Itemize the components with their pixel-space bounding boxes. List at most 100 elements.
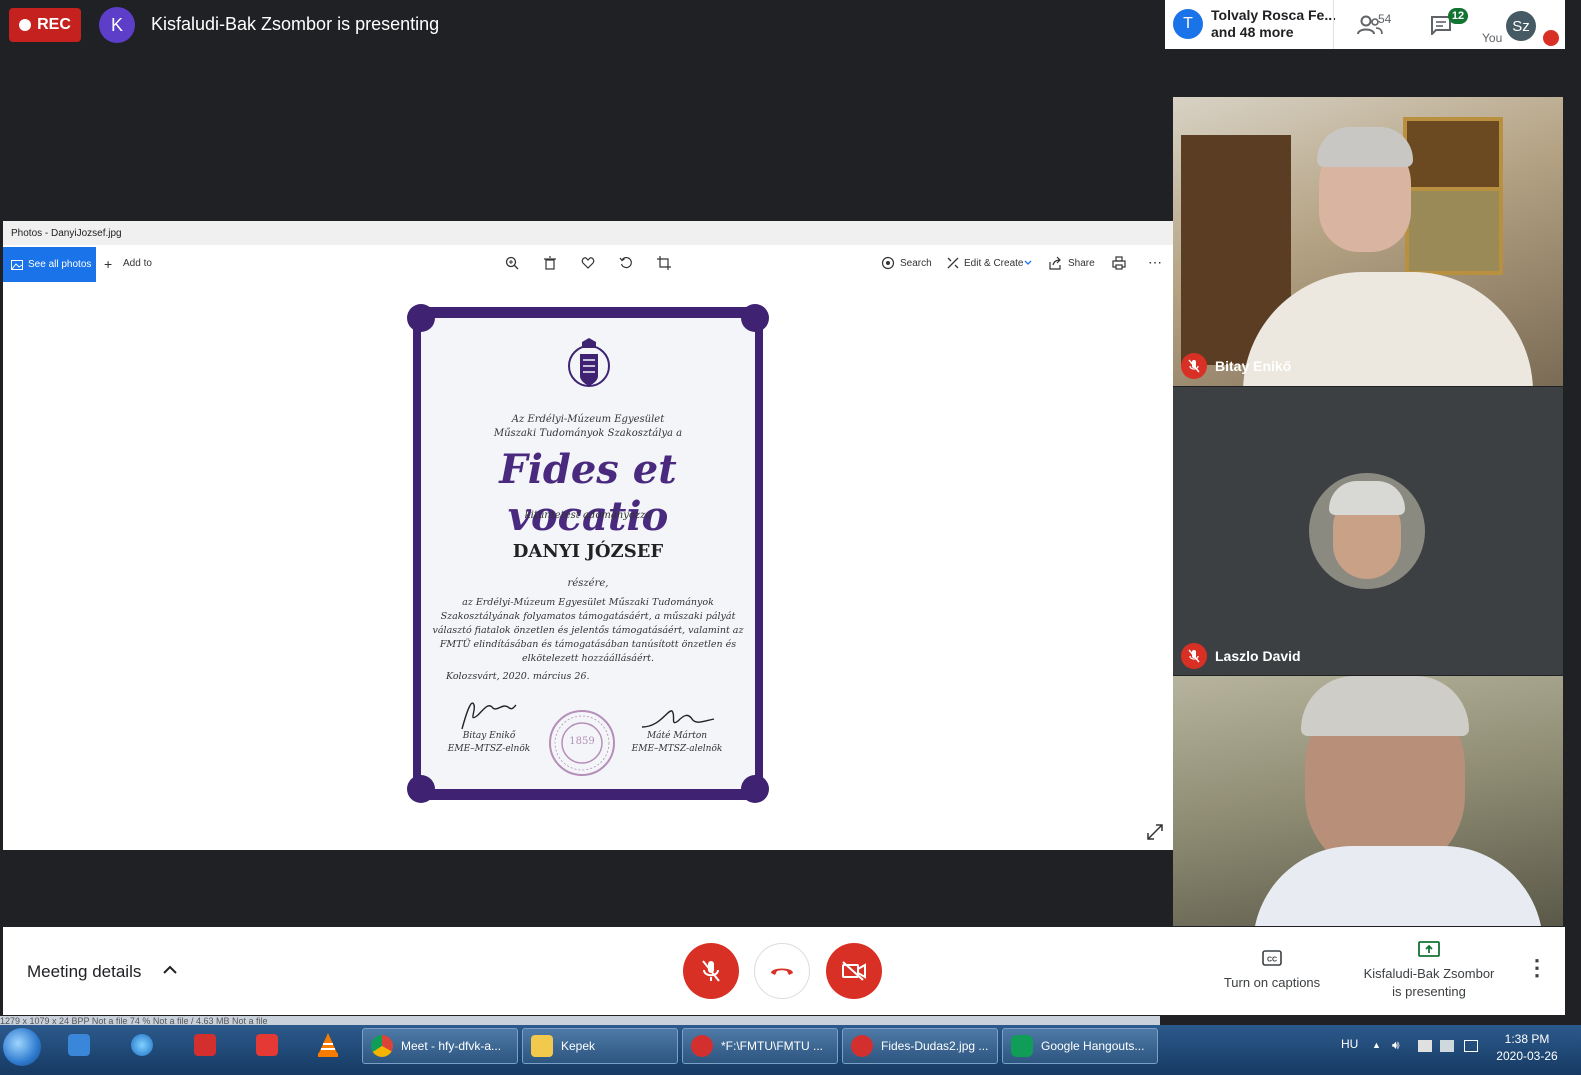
turn-on-captions-button[interactable]: Turn on captions [1212, 974, 1332, 992]
signatory-1-title: EME–MTSZ-elnök [447, 744, 531, 754]
share-icon[interactable] [1048, 256, 1062, 270]
certificate-line2: Műszaki Tudományok Szakosztálya a [493, 428, 683, 439]
signature-mate [641, 710, 715, 728]
header-divider [1333, 0, 1334, 49]
certificate-body: az Erdélyi-Múzeum Egyesület Műszaki Tudo… [421, 596, 755, 666]
self-avatar[interactable]: Sz [1506, 11, 1536, 41]
mic-off-icon [702, 960, 720, 982]
taskbar-button-label: Kepek [561, 1039, 596, 1053]
language-indicator[interactable]: HU [1341, 1037, 1358, 1051]
taskbar-button-label: Fides-Dudas2.jpg ... [881, 1039, 989, 1053]
participant-names[interactable]: Tolvaly Rosca Fe... and 48 more [1211, 7, 1336, 41]
chevron-up-icon[interactable] [162, 964, 178, 976]
signatory-1-name: Bitay Enikő [462, 731, 516, 741]
clock-time: 1:38 PM [1504, 1032, 1550, 1046]
vlc-icon[interactable] [316, 1032, 340, 1058]
taskbar-button[interactable]: Kepek [522, 1028, 678, 1064]
flag-icon[interactable] [1418, 1040, 1432, 1052]
search-icon[interactable] [881, 256, 895, 270]
certificate-corner [741, 304, 769, 332]
hangouts-icon [1011, 1035, 1033, 1057]
chat-count-badge: 12 [1448, 8, 1468, 24]
presenting-line1: Kisfaludi-Bak Zsombor [1363, 966, 1495, 981]
mic-toggle-button[interactable] [683, 943, 739, 999]
rotate-icon[interactable] [619, 256, 633, 270]
signature-bitay [461, 702, 517, 730]
certificate-corner [407, 304, 435, 332]
mic-off-icon [1181, 643, 1207, 669]
taskbar-button[interactable]: Google Hangouts... [1002, 1028, 1158, 1064]
present-screen-icon[interactable] [1418, 941, 1440, 959]
participant-name: Laszlo David [1215, 648, 1301, 664]
captions-icon[interactable]: CC [1262, 950, 1282, 966]
rec-label: REC [37, 16, 71, 33]
volume-icon[interactable]: 🔊︎ [1392, 1038, 1400, 1053]
participant-tile[interactable] [1173, 676, 1563, 926]
participant-tile[interactable] [1173, 97, 1563, 386]
certificate-body-line: elkötelezett hozzáállásáért. [522, 653, 654, 664]
edit-create-button[interactable]: Edit & Create [964, 258, 1023, 269]
see-all-photos-button[interactable]: See all photos [3, 247, 96, 282]
viewer-status-strip: 1279 x 1079 x 24 BPP Not a file 74 % Not… [0, 1016, 1160, 1025]
taskbar-button-label: Google Hangouts... [1041, 1039, 1145, 1053]
internet-explorer-icon[interactable] [131, 1034, 153, 1056]
start-button[interactable] [3, 1028, 41, 1066]
more-options-icon[interactable]: ⋯ [1148, 254, 1163, 271]
delete-icon[interactable] [543, 256, 557, 270]
crop-icon[interactable] [657, 256, 671, 270]
participant-name-line1: Tolvaly Rosca Fe... [1211, 7, 1337, 23]
camera-off-icon [842, 961, 866, 981]
add-icon: + [104, 256, 113, 272]
edit-icon[interactable] [946, 256, 960, 270]
network-icon[interactable] [1440, 1040, 1454, 1052]
chevron-down-icon[interactable] [1024, 260, 1032, 266]
painting-image [1403, 117, 1503, 193]
app-icon[interactable] [256, 1034, 278, 1056]
favorite-icon[interactable] [581, 256, 595, 270]
signatory-2-name: Máté Márton [646, 731, 708, 741]
participant-body-image [1253, 846, 1543, 926]
presenting-status-button[interactable]: Kisfaludi-Bak Zsombor is presenting [1348, 965, 1510, 1001]
more-options-vertical-icon[interactable]: ⋮ [1526, 957, 1548, 979]
clock[interactable]: 1:38 PM 2020-03-26 [1496, 1031, 1558, 1065]
recording-badge: REC [9, 8, 81, 42]
see-all-photos-label: See all photos [28, 259, 92, 270]
search-button[interactable]: Search [900, 258, 932, 269]
tray-expand-icon[interactable]: ▲ [1372, 1040, 1381, 1050]
participant-hair-image [1317, 127, 1413, 167]
taskbar-button[interactable]: Meet - hfy-dfvk-a... [362, 1028, 518, 1064]
participant-avatar[interactable]: T [1173, 9, 1203, 39]
add-to-button[interactable]: Add to [123, 258, 152, 269]
award-title: Fides et vocatio [499, 446, 677, 540]
painting-image [1405, 187, 1503, 275]
photos-title-bar [3, 221, 1173, 245]
clock-date: 2020-03-26 [1496, 1049, 1558, 1063]
camera-toggle-button[interactable] [826, 943, 882, 999]
certificate-place-date: Kolozsvárt, 2020. március 26. [446, 671, 590, 682]
expand-icon[interactable] [1147, 824, 1163, 840]
certificate-for: részére, [567, 578, 609, 589]
you-label: You [1482, 31, 1503, 45]
participant-name: Bitay Enikő [1215, 358, 1292, 374]
museum-crest-icon [568, 338, 610, 387]
taskbar-button-label: *F:\FMTU\FMTU ... [721, 1039, 823, 1053]
taskbar-button[interactable]: Fides-Dudas2.jpg ... [842, 1028, 998, 1064]
certificate-corner [741, 775, 769, 803]
leave-call-button[interactable] [754, 943, 810, 999]
participant-hair-image [1301, 676, 1469, 736]
meeting-details-button[interactable]: Meeting details [27, 962, 141, 982]
certificate-body-line: FMTÜ elindításában és támogatásában tanú… [439, 639, 737, 650]
action-center-icon[interactable] [1464, 1040, 1478, 1052]
participant-name-line2: and 48 more [1211, 24, 1294, 40]
zoom-in-icon[interactable] [505, 256, 519, 270]
print-icon[interactable] [1112, 256, 1126, 270]
photos-window-title: Photos - DanyiJozsef.jpg [11, 228, 122, 239]
mic-off-icon [1543, 30, 1559, 46]
media-player-icon[interactable] [68, 1034, 90, 1056]
app-icon [691, 1035, 713, 1057]
app-icon[interactable] [194, 1034, 216, 1056]
image-icon [11, 259, 23, 270]
taskbar-button[interactable]: *F:\FMTU\FMTU ... [682, 1028, 838, 1064]
recipient-name: DANYI JÓZSEF [512, 541, 664, 562]
share-button[interactable]: Share [1068, 258, 1095, 269]
